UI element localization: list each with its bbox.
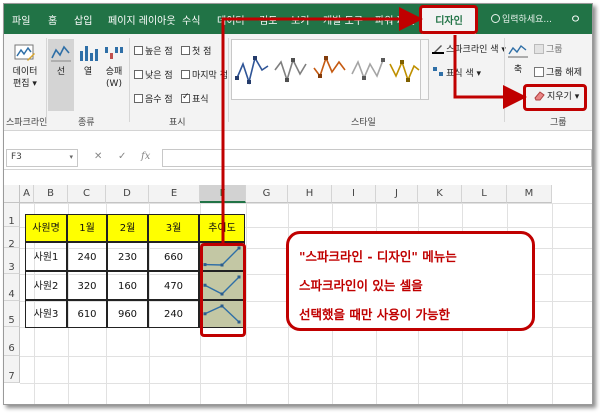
group-label-group: 그룹 bbox=[550, 118, 567, 128]
sparkline-color-label: 스파크라인 색 ▾ bbox=[446, 45, 506, 55]
highlight-sparkline-cells bbox=[200, 243, 246, 337]
group-label-style: 스타일 bbox=[351, 118, 376, 128]
excel-window: 파일 홈 삽입 페이지 레이아웃 수식 데이터 검토 보기 개발 도구 파워 피… bbox=[3, 3, 593, 405]
highlight-clear-button bbox=[523, 84, 587, 111]
tab-insert[interactable]: 삽입 bbox=[74, 12, 92, 27]
name-box-value: F3 bbox=[11, 152, 22, 162]
group-icon bbox=[534, 44, 544, 54]
tab-review[interactable]: 검토 bbox=[259, 12, 277, 27]
axis-label: 축 bbox=[513, 65, 523, 75]
check-low-label: 낮은 점 bbox=[145, 71, 173, 81]
name-box-dropdown-icon[interactable]: ▾ bbox=[69, 153, 73, 161]
style-preview-2 bbox=[274, 57, 307, 83]
function-icon[interactable]: fx bbox=[141, 151, 150, 162]
style-gallery-previews bbox=[235, 55, 420, 85]
tab-data[interactable]: 데이터 bbox=[217, 12, 245, 27]
ungroup-icon bbox=[534, 67, 544, 77]
callout-note: "스파크라인 - 디자인" 메뉴는 스파크라인이 있는 셀을 선택했을 때만 사… bbox=[286, 231, 535, 331]
tab-developer[interactable]: 개발 도구 bbox=[323, 12, 363, 27]
callout-line-2: 스파크라인이 있는 셀을 bbox=[299, 278, 423, 293]
check-first-label: 첫 점 bbox=[192, 47, 212, 57]
group-label-show: 표시 bbox=[169, 118, 186, 128]
tab-file[interactable]: 파일 bbox=[12, 12, 30, 27]
line-sparkline-icon bbox=[51, 45, 71, 62]
check-first-point[interactable]: 첫 점 bbox=[181, 44, 211, 57]
checkbox-high[interactable] bbox=[134, 46, 143, 55]
type-column-label: 열 bbox=[83, 67, 93, 77]
style-preview-5 bbox=[389, 59, 420, 83]
callout-line-1: "스파크라인 - 디자인" 메뉴는 bbox=[299, 249, 457, 264]
check-last-label: 마지막 점 bbox=[192, 71, 228, 81]
check-markers-label: 표식 bbox=[192, 95, 209, 105]
axis-button[interactable]: 축 bbox=[506, 40, 530, 76]
enter-icon[interactable]: ✓ bbox=[118, 151, 126, 162]
checkbox-last[interactable] bbox=[181, 70, 190, 79]
tab-page-layout[interactable]: 페이지 레이아웃 bbox=[108, 12, 176, 27]
type-winloss-label-2: (W) bbox=[106, 79, 122, 89]
pen-color-icon bbox=[432, 45, 444, 54]
group-separator bbox=[228, 38, 229, 122]
check-negative-label: 음수 점 bbox=[145, 95, 173, 105]
type-winloss-label-1: 승패 bbox=[105, 67, 123, 77]
marker-color-icon bbox=[433, 67, 443, 76]
tab-power-pivot[interactable]: 파워 피벗 bbox=[375, 12, 415, 27]
checkbox-negative[interactable] bbox=[134, 94, 143, 103]
edit-data-button[interactable]: 데이터 편집 ▾ bbox=[8, 42, 42, 90]
type-line-label: 선 bbox=[56, 67, 66, 77]
check-negative-point[interactable]: 음수 점 bbox=[134, 92, 173, 105]
check-low-point[interactable]: 낮은 점 bbox=[134, 68, 173, 81]
checkbox-markers[interactable] bbox=[181, 92, 190, 103]
ribbon-design: 데이터 편집 ▾ 스파크라인 선 열 승패 (W) 종류 높은 점 첫 점 낮은… bbox=[4, 34, 592, 131]
group-label: 그룹 bbox=[546, 45, 563, 55]
style-preview-4 bbox=[351, 58, 385, 81]
tab-view[interactable]: 보기 bbox=[291, 12, 309, 27]
name-box[interactable]: F3 ▾ bbox=[6, 149, 78, 167]
sparkline-color-button[interactable]: 스파크라인 색 ▾ bbox=[432, 42, 506, 55]
tell-me-search[interactable]: 입력하세요... bbox=[491, 12, 552, 25]
group-label-sparkline: 스파크라인 bbox=[6, 118, 48, 128]
axis-icon bbox=[508, 44, 528, 58]
type-column-button[interactable]: 열 bbox=[76, 42, 100, 78]
type-line-button[interactable]: 선 bbox=[48, 39, 74, 111]
group-button[interactable]: 그룹 bbox=[534, 42, 563, 55]
callout-line-3: 선택했을 때만 사용이 가능한 bbox=[299, 307, 451, 322]
group-separator bbox=[129, 38, 130, 122]
ungroup-label: 그룹 해제 bbox=[546, 68, 582, 78]
style-gallery[interactable] bbox=[231, 39, 421, 100]
check-high-point[interactable]: 높은 점 bbox=[134, 44, 173, 57]
type-winloss-button[interactable]: 승패 (W) bbox=[101, 42, 127, 90]
edit-data-label-1: 데이터 bbox=[12, 67, 38, 77]
check-last-point[interactable]: 마지막 점 bbox=[181, 68, 228, 81]
group-label-type: 종류 bbox=[78, 118, 95, 128]
checkbox-first[interactable] bbox=[181, 46, 190, 55]
tell-me-text: 입력하세요... bbox=[502, 15, 552, 25]
marker-color-label: 표식 색 ▾ bbox=[446, 69, 482, 79]
check-high-label: 높은 점 bbox=[145, 47, 173, 57]
cancel-icon[interactable]: ✕ bbox=[94, 151, 102, 162]
style-preview-1 bbox=[235, 55, 269, 85]
marker-color-button[interactable]: 표식 색 ▾ bbox=[432, 66, 481, 79]
edit-data-label-2: 편집 ▾ bbox=[13, 79, 37, 89]
style-preview-3 bbox=[313, 55, 346, 78]
tab-home[interactable]: 홈 bbox=[48, 12, 57, 27]
ungroup-button[interactable]: 그룹 해제 bbox=[534, 65, 582, 78]
ribbon-tab-bar: 파일 홈 삽입 페이지 레이아웃 수식 데이터 검토 보기 개발 도구 파워 피… bbox=[4, 4, 592, 34]
formula-bar: F3 ▾ ✕ ✓ fx bbox=[4, 146, 592, 170]
check-markers[interactable]: 표식 bbox=[181, 92, 209, 105]
edit-data-icon bbox=[14, 44, 35, 61]
group-separator bbox=[46, 38, 47, 122]
tab-formulas[interactable]: 수식 bbox=[182, 12, 200, 27]
style-gallery-scroll[interactable] bbox=[421, 39, 429, 100]
checkbox-low[interactable] bbox=[134, 70, 143, 79]
column-sparkline-icon bbox=[80, 46, 98, 61]
highlight-design-tab bbox=[419, 5, 478, 34]
formula-input[interactable] bbox=[162, 149, 592, 167]
group-separator bbox=[504, 38, 505, 122]
lightbulb-icon bbox=[491, 14, 500, 23]
user-icon[interactable]: ㅇ bbox=[570, 10, 581, 27]
winloss-sparkline-icon bbox=[105, 47, 123, 59]
